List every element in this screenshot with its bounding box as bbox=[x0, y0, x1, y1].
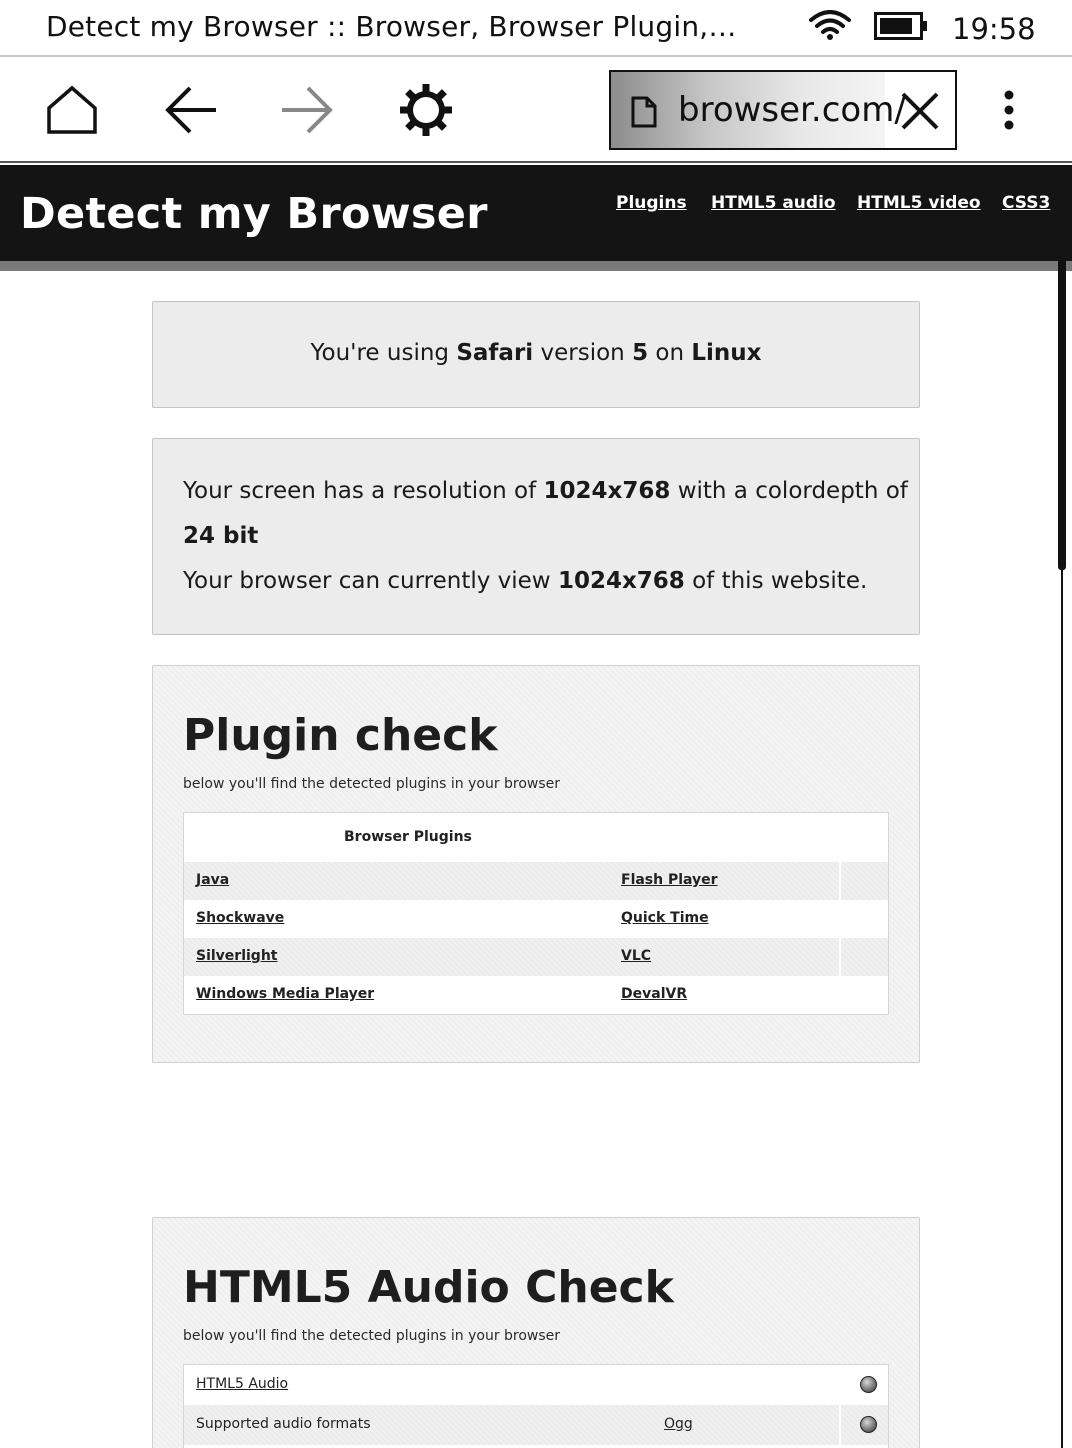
screen-info-mid: with a colordepth of bbox=[670, 478, 908, 504]
status-bar: Detect my Browser :: Browser, Browser Pl… bbox=[0, 0, 1072, 57]
viewport-prefix: Your browser can currently view bbox=[183, 568, 558, 594]
nav-link-css3[interactable]: CSS3 bbox=[1002, 193, 1050, 213]
plugin-check-subtitle: below you'll find the detected plugins i… bbox=[183, 776, 561, 792]
plugin-link-shockwave[interactable]: Shockwave bbox=[196, 910, 284, 926]
column-divider bbox=[839, 1405, 841, 1445]
settings-gear-icon bbox=[400, 84, 452, 136]
home-button[interactable] bbox=[44, 81, 100, 139]
plugin-link-flash-player[interactable]: Flash Player bbox=[621, 872, 718, 888]
scrollbar-thumb[interactable] bbox=[1058, 258, 1066, 570]
audio-format-ogg-link[interactable]: Ogg bbox=[664, 1416, 693, 1432]
browser-info-line: You're using Safari version 5 on Linux bbox=[153, 340, 919, 366]
browser-info-mid2: on bbox=[648, 340, 692, 366]
browser-info-mid1: version bbox=[533, 340, 633, 366]
forward-arrow-icon bbox=[282, 86, 333, 134]
more-menu-button[interactable] bbox=[990, 81, 1028, 139]
home-icon bbox=[47, 85, 97, 134]
header-divider bbox=[0, 261, 1072, 271]
screen-resolution-line: Your screen has a resolution of 1024x768… bbox=[183, 478, 908, 504]
close-icon[interactable] bbox=[899, 90, 941, 132]
site-brand[interactable]: Detect my Browser bbox=[20, 189, 488, 239]
audio-table: HTML5 Audio Supported audio formats Ogg bbox=[183, 1364, 889, 1448]
settings-button[interactable] bbox=[398, 81, 454, 139]
viewport-size: 1024x768 bbox=[557, 568, 685, 594]
status-clock: 19:58 bbox=[952, 12, 1036, 46]
browser-name: Safari bbox=[456, 340, 534, 366]
battery-icon bbox=[874, 12, 927, 40]
column-divider bbox=[839, 938, 841, 976]
plugin-link-windows-media-player[interactable]: Windows Media Player bbox=[196, 986, 374, 1002]
viewport-suffix: of this website. bbox=[684, 568, 868, 594]
plugin-check-panel: Plugin check below you'll find the detec… bbox=[152, 665, 920, 1063]
browser-os: Linux bbox=[691, 340, 762, 366]
viewport-line: Your browser can currently view 1024x768… bbox=[183, 568, 867, 594]
audio-check-title: HTML5 Audio Check bbox=[183, 1262, 674, 1313]
browser-version: 5 bbox=[632, 340, 649, 366]
url-bar[interactable]: browser.com/ bbox=[609, 70, 957, 150]
plugin-link-quick-time[interactable]: Quick Time bbox=[621, 910, 709, 926]
supported-formats-label: Supported audio formats bbox=[196, 1416, 371, 1432]
screen-info-prefix: Your screen has a resolution of bbox=[183, 478, 544, 504]
back-button[interactable] bbox=[164, 81, 220, 139]
browser-info-box: You're using Safari version 5 on Linux bbox=[152, 301, 920, 408]
nav-link-html5-audio[interactable]: HTML5 audio bbox=[711, 193, 836, 213]
plugin-link-silverlight[interactable]: Silverlight bbox=[196, 948, 277, 964]
browser-info-prefix: You're using bbox=[310, 340, 457, 366]
screen-info-box: Your screen has a resolution of 1024x768… bbox=[152, 438, 920, 635]
screen-resolution: 1024x768 bbox=[543, 478, 671, 504]
table-row: Shockwave Quick Time bbox=[184, 900, 888, 938]
plugin-link-java[interactable]: Java bbox=[196, 872, 229, 888]
browser-toolbar: browser.com/ bbox=[0, 59, 1072, 163]
wifi-icon bbox=[809, 10, 851, 40]
table-row: HTML5 Audio bbox=[184, 1365, 888, 1405]
status-dot-icon bbox=[860, 1376, 877, 1393]
plugin-check-title: Plugin check bbox=[183, 710, 498, 761]
url-text: browser.com/ bbox=[678, 90, 906, 130]
status-page-title: Detect my Browser :: Browser, Browser Pl… bbox=[46, 10, 737, 43]
screen-colordepth-line: 24 bit bbox=[183, 523, 258, 549]
document-icon bbox=[631, 96, 657, 128]
column-divider bbox=[839, 862, 841, 900]
forward-button[interactable] bbox=[278, 81, 334, 139]
html5-audio-link[interactable]: HTML5 Audio bbox=[196, 1376, 288, 1392]
more-vertical-icon bbox=[1004, 90, 1014, 130]
status-dot-icon bbox=[860, 1416, 877, 1433]
plugin-table: Browser Plugins Java Flash Player Shockw… bbox=[183, 812, 889, 1015]
plugin-link-vlc[interactable]: VLC bbox=[621, 948, 651, 964]
back-arrow-icon bbox=[165, 86, 216, 134]
audio-check-panel: HTML5 Audio Check below you'll find the … bbox=[152, 1217, 920, 1448]
audio-check-subtitle: below you'll find the detected plugins i… bbox=[183, 1328, 561, 1344]
table-row: Supported audio formats Ogg bbox=[184, 1405, 888, 1445]
site-header: Detect my Browser Plugins HTML5 audio HT… bbox=[0, 165, 1072, 261]
nav-link-html5-video[interactable]: HTML5 video bbox=[857, 193, 981, 213]
plugin-table-header: Browser Plugins bbox=[344, 829, 472, 845]
plugin-link-devalvr[interactable]: DevalVR bbox=[621, 986, 687, 1002]
table-row: Silverlight VLC bbox=[184, 938, 888, 976]
nav-link-plugins[interactable]: Plugins bbox=[616, 193, 687, 213]
table-row: Windows Media Player DevalVR bbox=[184, 976, 888, 1014]
table-row: Java Flash Player bbox=[184, 862, 888, 900]
screen-colordepth: 24 bit bbox=[183, 523, 259, 549]
